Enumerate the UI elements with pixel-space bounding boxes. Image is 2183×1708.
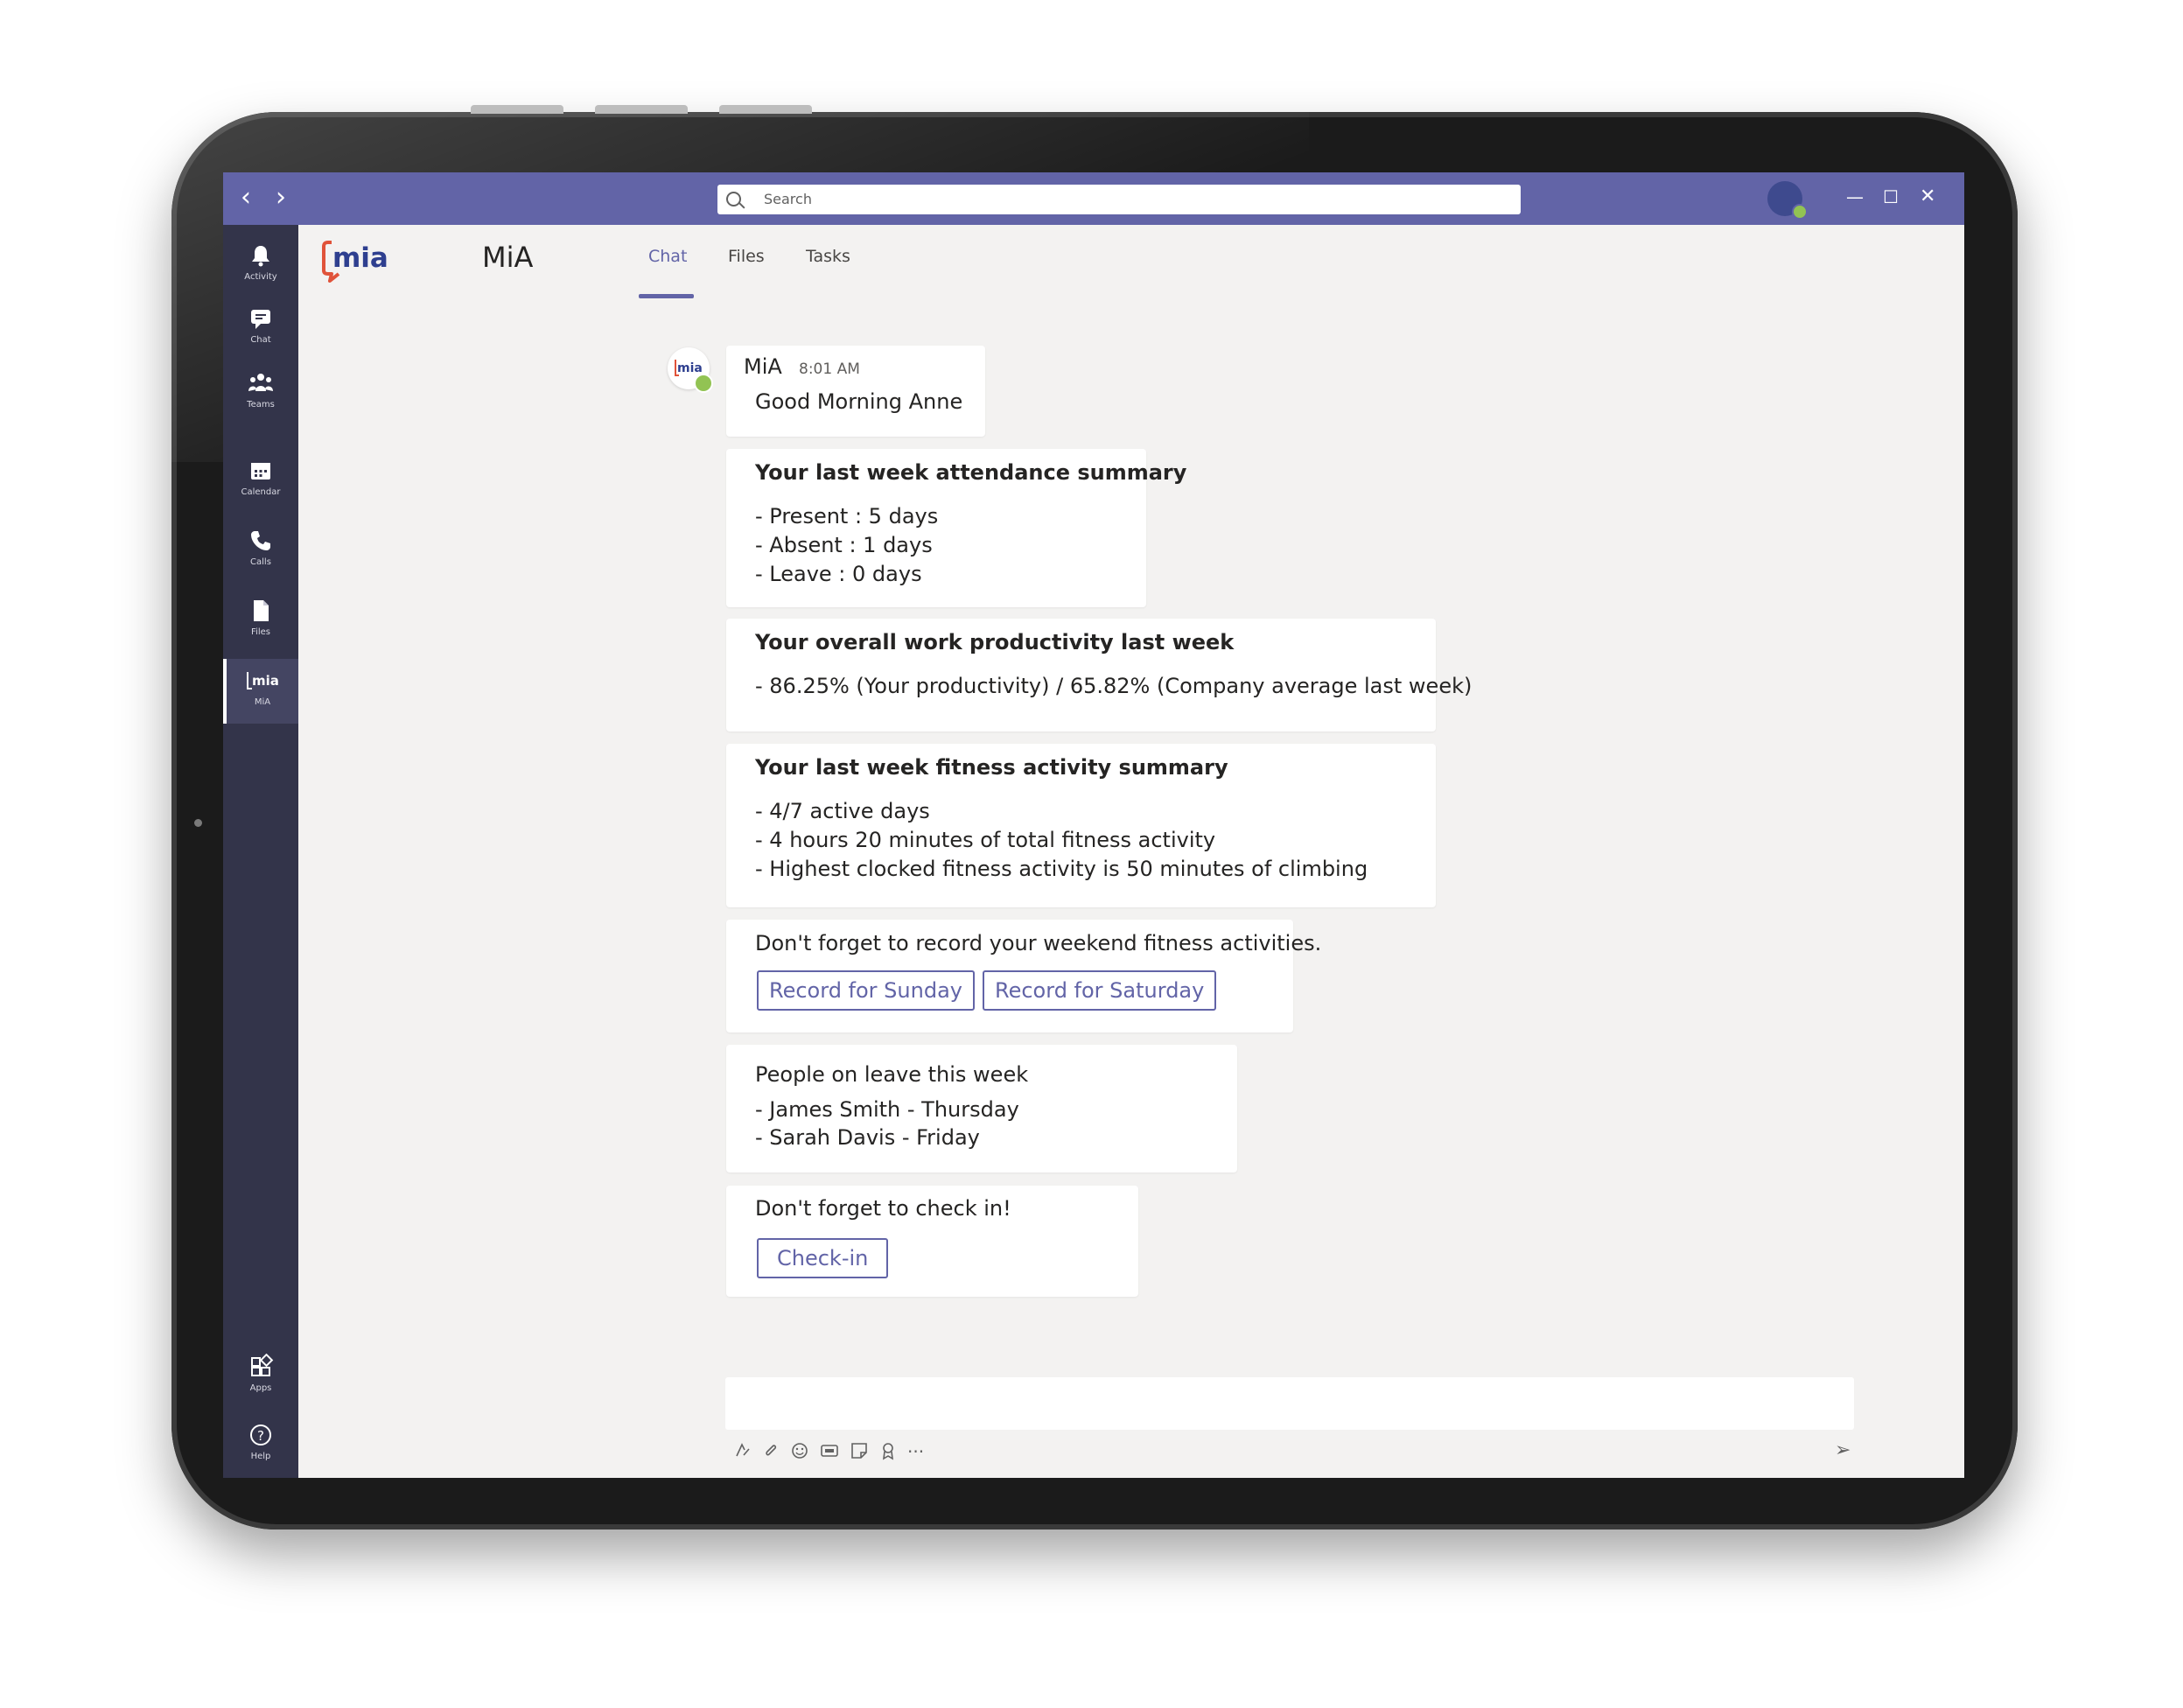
checkin-button[interactable]: Check-in xyxy=(757,1238,889,1278)
format-icon[interactable] xyxy=(734,1441,752,1459)
app-header: mia MiA Chat Files Tasks xyxy=(298,225,1964,300)
card-line: - Present : 5 days xyxy=(755,504,939,528)
close-icon[interactable]: ✕ xyxy=(1920,184,1935,210)
tab-tasks[interactable]: Tasks xyxy=(806,247,850,266)
title-bar: ‹ › Search — ☐ ✕ xyxy=(223,172,1964,225)
reminder-text: Don't forget to record your weekend fitn… xyxy=(755,931,1322,956)
rail-label: Files xyxy=(251,627,270,637)
teams-icon xyxy=(248,374,273,391)
history-nav: ‹ › xyxy=(235,181,291,214)
card-line: - 86.25% (Your productivity) / 65.82% (C… xyxy=(755,674,1473,698)
gif-icon[interactable] xyxy=(820,1441,839,1460)
tablet-button xyxy=(471,105,563,114)
card-title: Your last week attendance summary xyxy=(755,460,1187,485)
file-icon xyxy=(254,600,269,621)
bot-avatar[interactable]: mia xyxy=(668,347,713,393)
card-line: - James Smith - Thursday xyxy=(755,1097,1019,1122)
rail-label: MiA xyxy=(254,697,271,707)
rail-item-mia[interactable]: mia MiA xyxy=(223,659,298,724)
rail-item-activity[interactable]: Activity xyxy=(223,234,298,298)
send-icon[interactable]: ➢ xyxy=(1835,1439,1851,1461)
svg-text:mia: mia xyxy=(332,242,388,274)
card-line: - Sarah Davis - Friday xyxy=(755,1125,980,1150)
rail-label: Chat xyxy=(250,335,271,345)
app-title: MiA xyxy=(482,241,534,274)
message-greeting: MiA 8:01 AM Good Morning Anne xyxy=(726,346,985,437)
compose-toolbar: ··· xyxy=(734,1441,924,1462)
message-timestamp: 8:01 AM xyxy=(799,360,860,378)
camera-dot xyxy=(194,819,202,827)
tablet-button xyxy=(595,105,688,114)
rail-label: Apps xyxy=(249,1383,272,1393)
record-sunday-button[interactable]: Record for Sunday xyxy=(757,970,975,1011)
minimize-icon[interactable]: — xyxy=(1846,184,1864,210)
rail-label: Help xyxy=(250,1452,271,1461)
svg-text:?: ? xyxy=(257,1428,264,1444)
tab-files[interactable]: Files xyxy=(728,247,765,266)
rail-label: Activity xyxy=(244,272,277,282)
chat-icon xyxy=(251,310,270,329)
more-options-icon[interactable]: ··· xyxy=(907,1441,924,1462)
card-line: - Leave : 0 days xyxy=(755,562,922,586)
back-arrow-icon[interactable]: ‹ xyxy=(235,181,256,214)
rail-item-chat[interactable]: Chat xyxy=(223,297,298,361)
help-icon: ? xyxy=(250,1424,271,1446)
rail-label: Calendar xyxy=(241,487,281,497)
attendance-card: Your last week attendance summary - Pres… xyxy=(726,449,1186,607)
mia-logo: mia xyxy=(322,241,388,283)
message-sender: MiA xyxy=(744,354,782,379)
rail-item-calendar[interactable]: Calendar xyxy=(223,449,298,514)
attach-icon[interactable] xyxy=(762,1441,780,1459)
greeting-text: Good Morning Anne xyxy=(755,389,963,414)
rail-label: Teams xyxy=(247,400,275,410)
mia-icon: mia xyxy=(247,672,279,690)
tablet-button xyxy=(719,105,812,114)
rail-label: Calls xyxy=(250,557,271,567)
card-title: Your last week fitness activity summary xyxy=(755,755,1228,780)
search-icon xyxy=(726,192,741,206)
phone-icon xyxy=(251,531,270,550)
presence-available-icon xyxy=(1792,204,1808,220)
teams-window: ‹ › Search — ☐ ✕ Activity Chat Teams Cal… xyxy=(223,172,1964,1478)
bell-icon xyxy=(252,246,269,267)
praise-icon[interactable] xyxy=(879,1441,897,1460)
rail-item-teams[interactable]: Teams xyxy=(223,361,298,426)
svg-text:mia: mia xyxy=(677,361,703,375)
search-placeholder: Search xyxy=(764,191,812,207)
card-title: People on leave this week xyxy=(755,1062,1029,1087)
app-bar: Activity Chat Teams Calendar Calls Files… xyxy=(223,225,298,1478)
forward-arrow-icon[interactable]: › xyxy=(270,181,291,214)
message-compose-box[interactable] xyxy=(725,1377,1854,1430)
checkin-card: Don't forget to check in! Check-in xyxy=(726,1186,1138,1297)
tab-chat[interactable]: Chat xyxy=(648,247,687,266)
rail-item-apps[interactable]: Apps xyxy=(223,1345,298,1410)
card-title: Your overall work productivity last week xyxy=(755,630,1235,654)
sticker-icon[interactable] xyxy=(850,1441,869,1460)
emoji-icon[interactable] xyxy=(790,1441,809,1460)
weekend-reminder-card: Don't forget to record your weekend fitn… xyxy=(726,920,1321,1032)
rail-item-files[interactable]: Files xyxy=(223,589,298,654)
maximize-icon[interactable]: ☐ xyxy=(1883,184,1899,210)
apps-icon xyxy=(251,1354,274,1376)
card-line: - Absent : 1 days xyxy=(755,533,933,557)
calendar-icon xyxy=(251,463,270,480)
search-input[interactable]: Search xyxy=(717,185,1521,214)
user-avatar[interactable] xyxy=(1767,181,1808,220)
presence-available-icon xyxy=(694,374,713,393)
active-tab-indicator xyxy=(639,294,694,298)
card-line: - 4/7 active days xyxy=(755,799,930,823)
svg-text:mia: mia xyxy=(252,673,279,689)
record-saturday-button[interactable]: Record for Saturday xyxy=(983,970,1217,1011)
card-line: - 4 hours 20 minutes of total fitness ac… xyxy=(755,828,1216,852)
leave-card: People on leave this week - James Smith … xyxy=(726,1045,1237,1172)
checkin-text: Don't forget to check in! xyxy=(755,1196,1011,1221)
rail-item-help[interactable]: ? Help xyxy=(223,1413,298,1478)
card-line: - Highest clocked fitness activity is 50… xyxy=(755,857,1368,881)
rail-item-calls[interactable]: Calls xyxy=(223,519,298,584)
productivity-card: Your overall work productivity last week… xyxy=(726,619,1472,732)
fitness-card: Your last week fitness activity summary … xyxy=(726,744,1436,907)
